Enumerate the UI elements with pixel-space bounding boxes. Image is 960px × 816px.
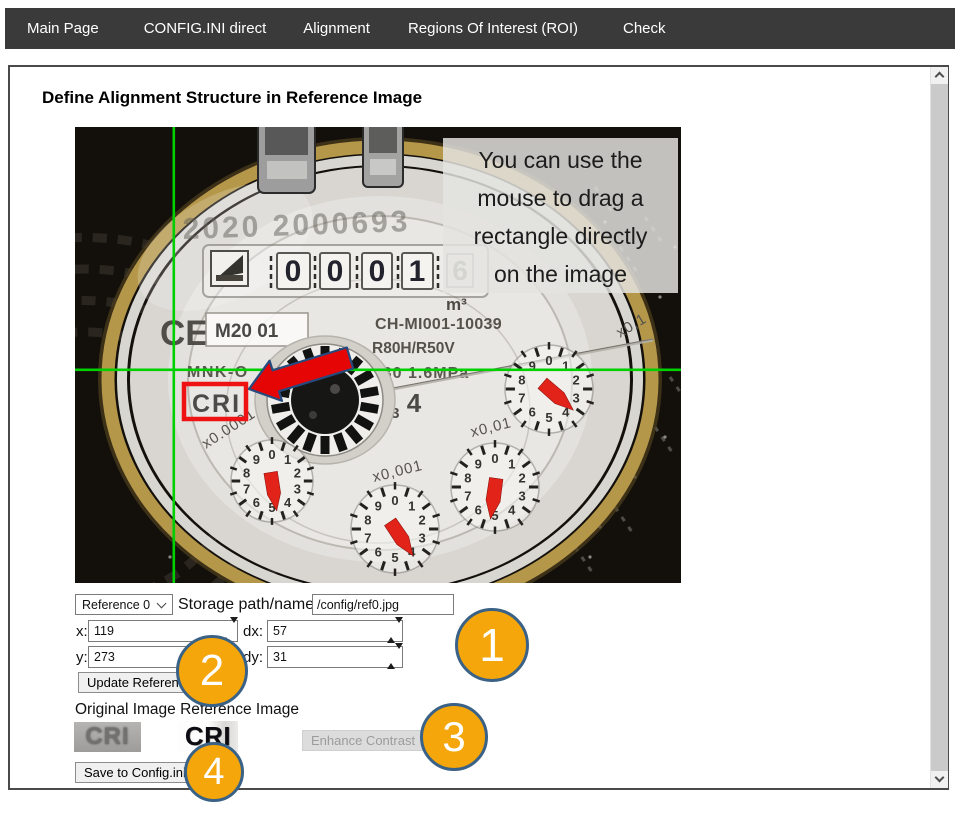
hint-line: on the image xyxy=(443,255,678,293)
dial-digit: 7 xyxy=(518,390,525,405)
nav-item-main-page[interactable]: Main Page xyxy=(27,20,99,37)
hint-line: You can use the xyxy=(443,141,678,179)
dial-digit: 3 xyxy=(294,482,301,497)
nav-item-config-ini[interactable]: CONFIG.INI direct xyxy=(144,20,267,37)
reference-image-canvas[interactable]: 2020 2000693 0 0 0 1 xyxy=(75,127,681,583)
scroll-up-button[interactable] xyxy=(931,67,948,84)
nav-item-check[interactable]: Check xyxy=(623,20,666,37)
top-nav-bar: Main Page CONFIG.INI direct Alignment Re… xyxy=(5,8,955,49)
counter-digit-2: 0 xyxy=(327,255,344,288)
dial-digit: 2 xyxy=(419,513,426,528)
y-label: y: xyxy=(76,649,88,666)
drag-hint-overlay: You can use the mouse to drag a rectangl… xyxy=(443,138,678,293)
dial-digit: 0 xyxy=(545,353,552,368)
dial-digit: 7 xyxy=(464,488,471,503)
chevron-down-icon xyxy=(157,599,167,609)
enhance-contrast-button[interactable]: Enhance Contrast xyxy=(302,730,424,751)
thumbnails-caption: Original Image Reference Image xyxy=(75,701,299,719)
content-frame: Define Alignment Structure in Reference … xyxy=(8,65,949,790)
frame-scrollbar[interactable] xyxy=(930,67,947,788)
dial-digit: 7 xyxy=(364,530,371,545)
y-value: 273 xyxy=(94,650,115,664)
counter-digit-3: 0 xyxy=(369,255,386,288)
dial-digit: 9 xyxy=(475,456,482,471)
dy-spinner[interactable] xyxy=(387,649,399,665)
save-to-config-button[interactable]: Save to Config.ini xyxy=(75,762,195,783)
dial-digit: 9 xyxy=(253,452,260,467)
counter-digit-1: 0 xyxy=(285,255,302,288)
storage-path-input[interactable] xyxy=(312,594,454,615)
dial-digit: 2 xyxy=(519,471,526,486)
crosshair-horizontal-line xyxy=(75,369,681,372)
meter-ratio: R80H/R50V xyxy=(372,340,455,357)
dial-digit: 4 xyxy=(284,495,292,510)
dial-digit: 0 xyxy=(491,451,498,466)
meter-type: MNK-O xyxy=(187,364,249,381)
reference-select[interactable]: Reference 0 xyxy=(75,594,173,615)
step-badge-4: 4 xyxy=(184,742,244,802)
dial-digit: 9 xyxy=(529,358,536,373)
dial-digit: 6 xyxy=(375,545,382,560)
dial-digit: 6 xyxy=(253,495,260,510)
dial-digit: 6 xyxy=(529,405,536,420)
dx-input[interactable]: 57 xyxy=(267,620,403,642)
dial-digit: 3 xyxy=(573,390,580,405)
dial-digit: 7 xyxy=(243,482,250,497)
dial-digit: 6 xyxy=(475,503,482,518)
original-image-thumbnail: CRI xyxy=(74,722,141,752)
chevron-down-icon xyxy=(935,773,945,783)
dial-digit: 1 xyxy=(284,452,291,467)
counter-unit: m³ xyxy=(446,295,467,314)
nav-item-alignment[interactable]: Alignment xyxy=(303,20,370,37)
dial-digit: 3 xyxy=(519,488,526,503)
ce-mark: CE xyxy=(160,314,209,353)
dial-digit: 8 xyxy=(518,373,525,388)
dial-digit: 5 xyxy=(545,410,552,425)
dial-digit: 5 xyxy=(391,550,398,565)
counter-digit-4: 1 xyxy=(409,255,426,288)
dial-digit: 9 xyxy=(375,498,382,513)
dial-digit: 2 xyxy=(294,465,301,480)
dy-value: 31 xyxy=(273,650,287,664)
step-badge-3: 3 xyxy=(420,703,488,771)
step-badge-1: 1 xyxy=(455,608,529,682)
meter-id: CH-MI001-10039 xyxy=(375,316,502,333)
dial-digit: 8 xyxy=(364,513,371,528)
dial-digit: 4 xyxy=(508,503,516,518)
approval-mark: M20 01 xyxy=(215,321,279,342)
dial-digit: 0 xyxy=(391,493,398,508)
dx-label: dx: xyxy=(243,623,263,640)
dial-digit: 1 xyxy=(408,498,415,513)
dial-digit: 3 xyxy=(419,530,426,545)
step-badge-2: 2 xyxy=(176,635,248,707)
dial-digit: 2 xyxy=(573,373,580,388)
hint-line: mouse to drag a xyxy=(443,179,678,217)
dx-value: 57 xyxy=(273,624,287,638)
scrollbar-thumb[interactable] xyxy=(931,84,948,771)
dial-digit: 8 xyxy=(243,465,250,480)
dial-digit: 1 xyxy=(508,456,515,471)
x-label: x: xyxy=(76,623,88,640)
chevron-up-icon xyxy=(935,72,945,82)
reference-select-value: Reference 0 xyxy=(82,598,150,612)
dial-digit: 8 xyxy=(464,471,471,486)
crosshair-vertical-line xyxy=(173,127,176,583)
page-title: Define Alignment Structure in Reference … xyxy=(42,88,422,108)
storage-path-label: Storage path/name: xyxy=(178,596,319,614)
hint-line: rectangle directly xyxy=(443,217,678,255)
dial-digit: 0 xyxy=(268,447,275,462)
dx-spinner[interactable] xyxy=(387,623,399,639)
dy-input[interactable]: 31 xyxy=(267,646,403,668)
dial-digit: 1 xyxy=(562,358,569,373)
alignment-ref-text: CRI xyxy=(192,390,241,418)
scroll-down-button[interactable] xyxy=(931,771,948,788)
x-value: 119 xyxy=(94,624,114,638)
nav-item-roi[interactable]: Regions Of Interest (ROI) xyxy=(408,20,578,37)
